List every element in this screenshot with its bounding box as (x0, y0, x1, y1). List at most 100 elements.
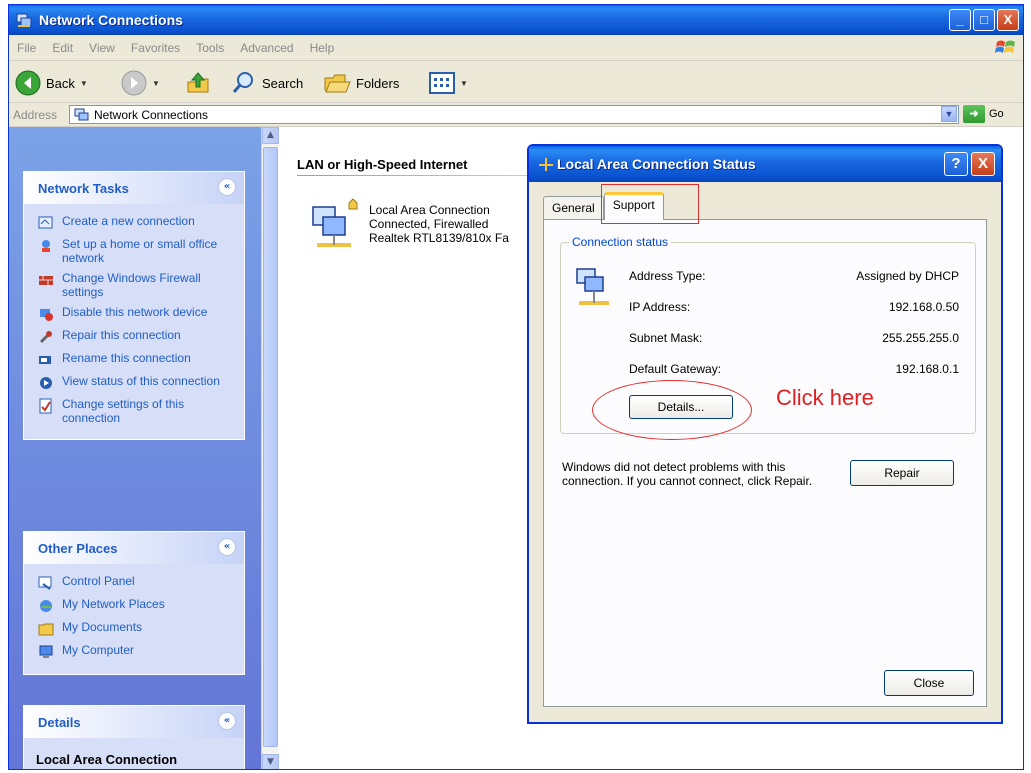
connection-status-dialog: Local Area Connection Status ? X General… (527, 144, 1003, 724)
place-my-computer[interactable]: My Computer (38, 643, 236, 660)
other-places-panel: Other Places « Control Panel My Network … (23, 531, 245, 675)
lan-connection-icon (312, 198, 358, 247)
up-folder-button[interactable] (185, 69, 211, 97)
view-status-icon (40, 377, 52, 389)
connection-status: Connected, Firewalled (369, 217, 489, 231)
menu-file[interactable]: File (9, 35, 44, 61)
menu-advanced[interactable]: Advanced (232, 35, 301, 61)
folders-button[interactable]: Folders (323, 69, 399, 97)
field-value: 255.255.255.0 (882, 331, 959, 345)
help-button[interactable]: ? (944, 152, 968, 176)
dialog-titlebar[interactable]: Local Area Connection Status ? X (529, 146, 1001, 182)
network-places-icon (40, 600, 52, 612)
repair-icon (39, 331, 52, 344)
address-label: Address (13, 108, 58, 122)
network-tasks-title: Network Tasks (38, 181, 129, 196)
folders-icon (324, 74, 351, 93)
place-control-panel[interactable]: Control Panel (38, 574, 236, 591)
forward-button[interactable]: ▼ (121, 69, 160, 97)
scroll-thumb[interactable] (263, 147, 278, 747)
task-pane-scrollbar[interactable]: ▲ ▼ (261, 127, 279, 769)
back-label: Back (46, 75, 75, 91)
network-connections-icon (16, 13, 32, 27)
menu-tools[interactable]: Tools (188, 35, 232, 61)
task-change-settings[interactable]: Change settings of this connection (38, 397, 236, 425)
address-dropdown-icon[interactable]: ▼ (941, 106, 957, 122)
back-arrow-icon (15, 70, 41, 96)
field-label: Subnet Mask: (629, 331, 703, 345)
go-arrow-icon: ➜ (963, 105, 985, 123)
dialog-title: Local Area Connection Status (557, 156, 756, 172)
task-create-connection[interactable]: Create a new connection (38, 214, 236, 231)
group-title: LAN or High-Speed Internet (297, 157, 468, 172)
close-dialog-button[interactable]: Close (884, 670, 974, 696)
window-titlebar[interactable]: Network Connections _ □ X (9, 5, 1023, 35)
task-pane: Network Tasks « Create a new connection … (9, 127, 261, 769)
subnet-mask-row: Subnet Mask: 255.255.255.0 (629, 331, 959, 345)
back-dropdown-icon[interactable]: ▼ (80, 79, 88, 88)
windows-logo-icon (995, 40, 1015, 53)
views-button[interactable]: ▼ (429, 69, 468, 97)
collapse-icon[interactable]: « (218, 712, 236, 730)
computer-icon (39, 645, 53, 658)
task-repair-connection[interactable]: Repair this connection (38, 328, 236, 345)
toolbar: Back ▼ ▼ Search Folders ▼ (9, 61, 1023, 103)
task-rename-connection[interactable]: Rename this connection (38, 351, 236, 368)
address-input[interactable]: Network Connections (69, 105, 959, 124)
back-button[interactable]: Back ▼ (15, 69, 88, 97)
address-bar: Address Network Connections ▼ ➜ Go (9, 103, 1023, 127)
menu-favorites[interactable]: Favorites (123, 35, 188, 61)
minimize-button[interactable]: _ (949, 9, 971, 31)
rename-icon (39, 356, 51, 364)
maximize-button[interactable]: □ (973, 9, 995, 31)
other-places-header[interactable]: Other Places « (24, 532, 244, 564)
task-home-network[interactable]: Set up a home or small office network (38, 237, 236, 265)
address-value: Network Connections (94, 107, 209, 122)
default-gateway-row: Default Gateway: 192.168.0.1 (629, 362, 959, 376)
place-my-documents[interactable]: My Documents (38, 620, 236, 637)
repair-button[interactable]: Repair (850, 460, 954, 486)
other-places-title: Other Places (38, 541, 118, 556)
details-title: Details (38, 715, 81, 730)
scroll-up-icon[interactable]: ▲ (262, 127, 279, 144)
support-tab-panel: Connection status Address Type: Assigned… (543, 219, 987, 707)
close-button[interactable]: X (997, 9, 1019, 31)
ip-address-row: IP Address: 192.168.0.50 (629, 300, 959, 314)
up-folder-icon (187, 72, 209, 93)
task-firewall-settings[interactable]: Change Windows Firewall settings (38, 271, 236, 299)
network-computers-icon (576, 268, 609, 305)
search-button[interactable]: Search (231, 69, 303, 97)
connection-name: Local Area Connection (369, 203, 490, 217)
documents-icon (38, 623, 54, 636)
place-network-places[interactable]: My Network Places (38, 597, 236, 614)
field-label: Default Gateway: (629, 362, 722, 376)
field-value: Assigned by DHCP (856, 269, 959, 283)
menu-edit[interactable]: Edit (44, 35, 81, 61)
go-button[interactable]: ➜ Go (963, 105, 1004, 123)
menu-help[interactable]: Help (302, 35, 343, 61)
local-area-connection-item[interactable]: Local Area Connection Connected, Firewal… (309, 197, 509, 253)
home-network-icon (42, 240, 50, 252)
network-tasks-panel: Network Tasks « Create a new connection … (23, 171, 245, 440)
search-label: Search (262, 75, 304, 91)
control-panel-icon (38, 576, 52, 590)
views-dropdown-icon[interactable]: ▼ (460, 79, 468, 88)
disable-device-icon (40, 309, 53, 321)
settings-icon (39, 398, 52, 414)
forward-dropdown-icon[interactable]: ▼ (152, 79, 160, 88)
menu-view[interactable]: View (81, 35, 123, 61)
dialog-connection-icon (539, 158, 553, 171)
task-disable-device[interactable]: Disable this network device (38, 305, 236, 322)
network-tasks-header[interactable]: Network Tasks « (24, 172, 244, 204)
scroll-down-icon[interactable]: ▼ (262, 754, 279, 769)
tab-general[interactable]: General (543, 196, 604, 220)
collapse-icon[interactable]: « (218, 178, 236, 196)
collapse-icon[interactable]: « (218, 538, 236, 556)
search-icon (232, 72, 253, 93)
task-view-status[interactable]: View status of this connection (38, 374, 236, 391)
forward-arrow-icon (121, 70, 147, 96)
address-type-row: Address Type: Assigned by DHCP (629, 269, 959, 283)
dialog-close-button[interactable]: X (971, 152, 995, 176)
details-header[interactable]: Details « (24, 706, 244, 738)
folders-label: Folders (356, 75, 400, 91)
